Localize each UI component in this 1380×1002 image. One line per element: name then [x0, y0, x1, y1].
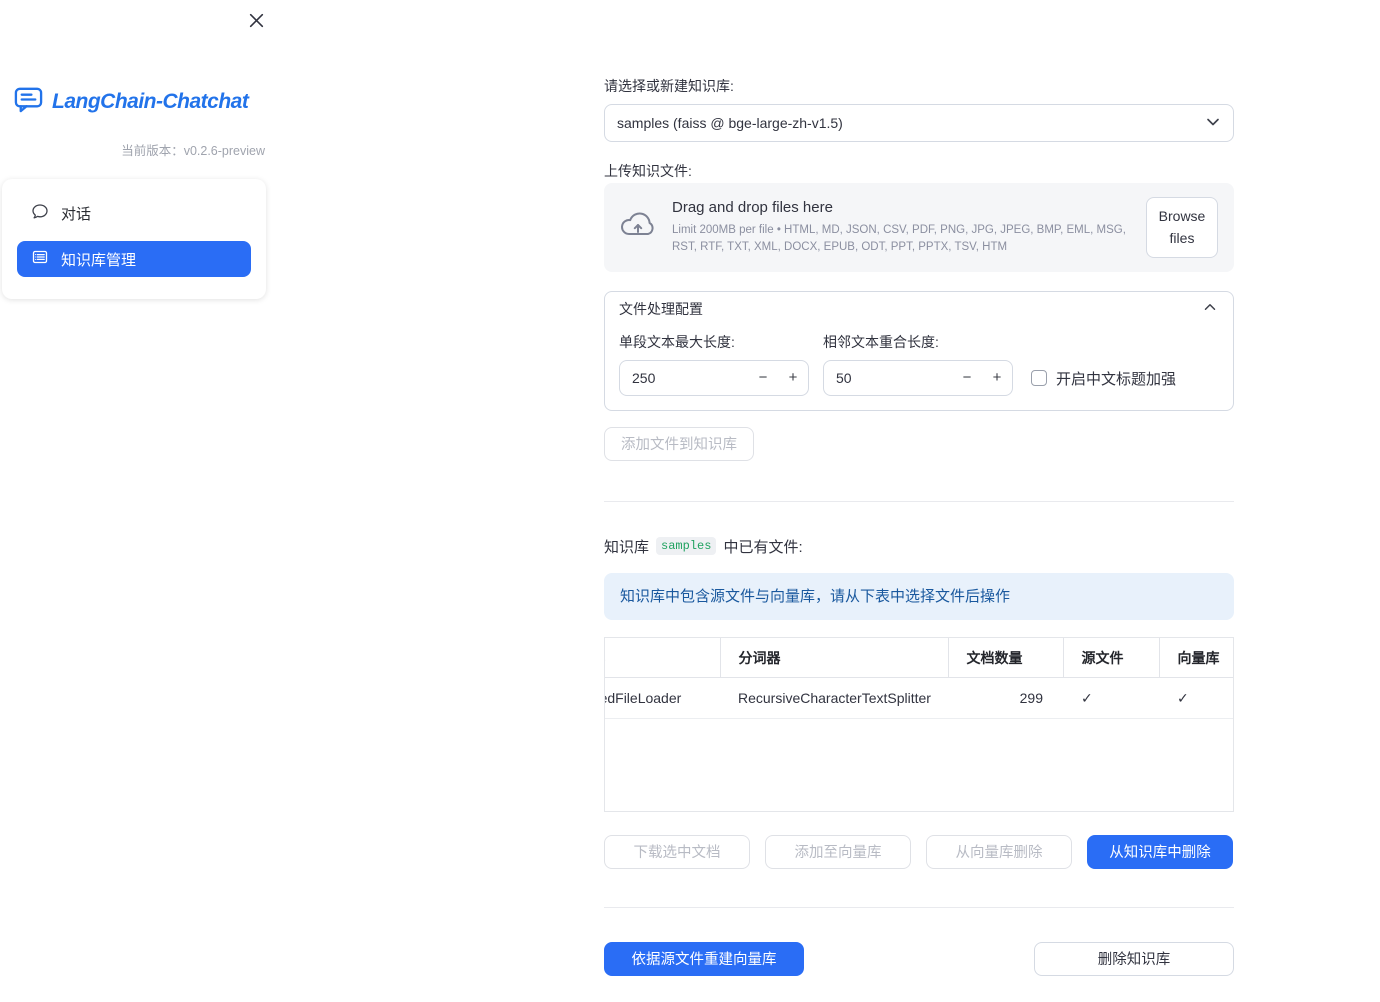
- cell-source-check: ✓: [1063, 677, 1159, 720]
- plus-stepper-button[interactable]: +: [982, 361, 1012, 395]
- table-header-row: 文档加载器 分词器 文档数量 源文件 向量库: [605, 637, 1233, 679]
- knowledge-base-icon: [32, 249, 48, 269]
- plus-stepper-button[interactable]: +: [778, 361, 808, 395]
- chunk-size-value: 250: [632, 369, 656, 386]
- dropzone-limits: Limit 200MB per file • HTML, MD, JSON, C…: [672, 224, 1126, 253]
- overlap-label: 相邻文本重合长度:: [823, 333, 939, 350]
- minus-stepper-button[interactable]: −: [748, 361, 778, 395]
- col-header-doc-count[interactable]: 文档数量: [947, 637, 1063, 679]
- sidebar: LangChain-Chatchat 当前版本：v0.2.6-preview 对…: [0, 0, 280, 1002]
- col-header-splitter[interactable]: 分词器: [719, 637, 948, 679]
- sidebar-item-label: 知识库管理: [61, 251, 137, 269]
- kb-selectbox-value: samples (faiss @ bge-large-zh-v1.5): [617, 115, 843, 131]
- chunk-size-label: 单段文本最大长度:: [619, 333, 735, 350]
- delete-from-kb-button[interactable]: 从知识库中删除: [1087, 834, 1233, 869]
- file-action-buttons: 下载选中文档 添加至向量库 从向量库删除 从知识库中删除: [604, 834, 1234, 869]
- cloud-upload-icon: [620, 210, 656, 245]
- existing-files-heading: 知识库 samples 中已有文件:: [604, 536, 1234, 557]
- overlap-value: 50: [836, 369, 852, 386]
- kb-name-code: samples: [656, 537, 717, 556]
- checkbox-box[interactable]: [1031, 370, 1047, 387]
- delete-from-vector-store-button[interactable]: 从向量库删除: [926, 834, 1072, 869]
- kb-select-label: 请选择或新建知识库:: [604, 78, 734, 94]
- divider: [604, 906, 1234, 908]
- col-header-vector[interactable]: 向量库: [1158, 637, 1233, 679]
- content-column: 请选择或新建知识库: samples (faiss @ bge-large-zh…: [604, 0, 1234, 976]
- cell-vector-check: ✓: [1159, 677, 1233, 720]
- col-header-source[interactable]: 源文件: [1062, 637, 1159, 679]
- minus-stepper-button[interactable]: −: [952, 361, 982, 395]
- existing-files-prefix: 知识库: [604, 538, 650, 556]
- chunk-size-field: 单段文本最大长度: 250 − +: [619, 332, 809, 396]
- close-icon[interactable]: [245, 9, 267, 31]
- sidebar-item-dialogue[interactable]: 对话: [17, 195, 251, 231]
- sidebar-item-label: 对话: [61, 205, 92, 223]
- chevron-down-icon: [1203, 112, 1223, 135]
- chevron-up-icon: [1201, 298, 1219, 319]
- info-banner: 知识库中包含源文件与向量库，请从下表中选择文件后操作: [604, 572, 1234, 620]
- expander-header[interactable]: 文件处理配置: [605, 292, 1233, 326]
- file-dropzone[interactable]: Drag and drop files here Limit 200MB per…: [604, 183, 1234, 272]
- expander-title: 文件处理配置: [619, 300, 703, 317]
- chunk-size-input[interactable]: 250 − +: [619, 359, 809, 396]
- file-config-expander: 文件处理配置 单段文本最大长度: 250 − + 相邻文本重合长度: 50 − …: [604, 290, 1234, 411]
- dropzone-instruction: Drag and drop files here: [672, 199, 833, 217]
- logo-chat-icon: [13, 84, 44, 120]
- divider: [604, 500, 1234, 502]
- checkbox-label: 开启中文标题加强: [1056, 370, 1177, 388]
- col-header-loader[interactable]: 文档加载器: [605, 637, 720, 679]
- cell-doc-count: 299: [948, 677, 1063, 720]
- app-logo: LangChain-Chatchat: [0, 84, 280, 120]
- overlap-input[interactable]: 50 − +: [823, 359, 1013, 396]
- version-label: 当前版本：v0.2.6-preview: [121, 144, 265, 158]
- close-icon-glyph: [249, 13, 263, 27]
- rebuild-vector-store-button[interactable]: 依据源文件重建向量库: [604, 941, 804, 976]
- dropzone-texts: Drag and drop files here Limit 200MB per…: [672, 199, 1130, 255]
- cell-loader: UnstructuredFileLoader: [605, 677, 720, 720]
- sidebar-menu: 对话 知识库管理: [2, 179, 266, 299]
- sidebar-item-kb-management[interactable]: 知识库管理: [17, 241, 251, 277]
- delete-kb-button[interactable]: 删除知识库: [1034, 941, 1234, 976]
- table-row[interactable]: UnstructuredFileLoader RecursiveCharacte…: [605, 677, 1233, 720]
- chat-bubble-icon: [32, 203, 48, 223]
- app-title: LangChain-Chatchat: [52, 90, 249, 113]
- files-table-grid: 文档加载器 分词器 文档数量 源文件 向量库 UnstructuredFileL…: [605, 637, 1233, 720]
- kb-selectbox[interactable]: samples (faiss @ bge-large-zh-v1.5): [604, 104, 1234, 142]
- add-to-vector-store-button[interactable]: 添加至向量库: [765, 834, 911, 869]
- overlap-field: 相邻文本重合长度: 50 − +: [823, 332, 1013, 396]
- upload-label: 上传知识文件:: [604, 163, 692, 179]
- expander-body: 单段文本最大长度: 250 − + 相邻文本重合长度: 50 − + 开启中文标…: [605, 326, 1233, 410]
- zh-title-enhance-checkbox[interactable]: 开启中文标题加强: [1031, 368, 1176, 389]
- browse-files-button[interactable]: Browse files: [1146, 197, 1218, 258]
- files-table[interactable]: 文档加载器 分词器 文档数量 源文件 向量库 UnstructuredFileL…: [604, 636, 1234, 812]
- main-area: 请选择或新建知识库: samples (faiss @ bge-large-zh…: [280, 0, 1380, 1002]
- existing-files-suffix: 中已有文件:: [723, 538, 803, 556]
- add-files-to-kb-button[interactable]: 添加文件到知识库: [604, 426, 754, 461]
- download-selected-button[interactable]: 下载选中文档: [604, 834, 750, 869]
- cell-splitter: RecursiveCharacterTextSplitter: [720, 677, 948, 720]
- app-window: LangChain-Chatchat 当前版本：v0.2.6-preview 对…: [0, 0, 1380, 1002]
- kb-footer-buttons: 依据源文件重建向量库 删除知识库: [604, 941, 1234, 976]
